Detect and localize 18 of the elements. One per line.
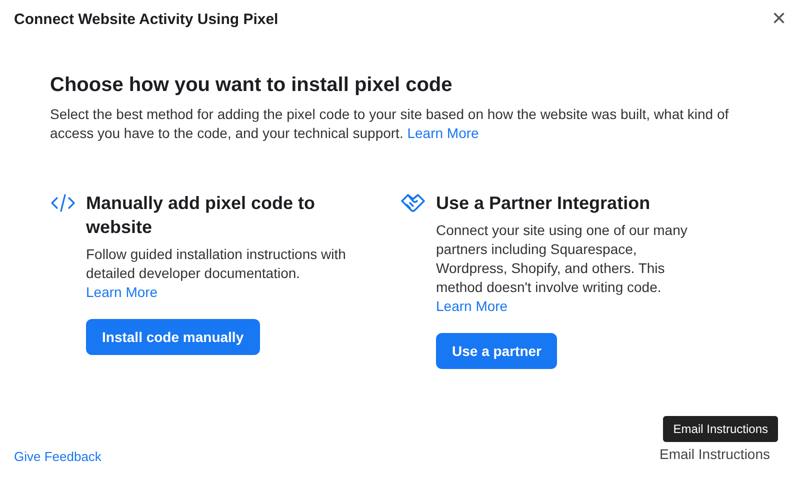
code-icon [50, 193, 76, 213]
option-description: Connect your site using one of our many partners including Squarespace, Wordpress, Shopify, and others. This method doesn't involve writing code. [436, 221, 688, 297]
option-description: Follow guided installation instructions with detailed developer documentation. [86, 245, 346, 283]
tooltip: Email Instructions [663, 416, 778, 442]
option-title: Manually add pixel code to website [86, 192, 316, 239]
option-button[interactable]: Use a partner [436, 333, 558, 369]
window-title: Connect Website Activity Using Pixel [14, 10, 278, 28]
option-button[interactable]: Install code manually [86, 319, 260, 355]
give-feedback-link[interactable]: Give Feedback [14, 449, 102, 464]
learn-more-link[interactable]: Learn More [86, 283, 158, 302]
learn-more-link[interactable]: Learn More [436, 297, 508, 316]
heading: Choose how you want to install pixel code [50, 74, 454, 97]
email-instructions-link[interactable]: Email Instructions [660, 446, 770, 462]
close-button[interactable]: × [768, 8, 790, 30]
option-title: Use a Partner Integration [436, 192, 652, 215]
intro-text: Select the best method for adding the pixel code to your site based on how the website was built, what kind of access you have to the code, and your technical support. Learn More [50, 105, 730, 143]
learn-more-link[interactable]: Learn More [407, 125, 479, 141]
handshake-icon [400, 193, 426, 213]
